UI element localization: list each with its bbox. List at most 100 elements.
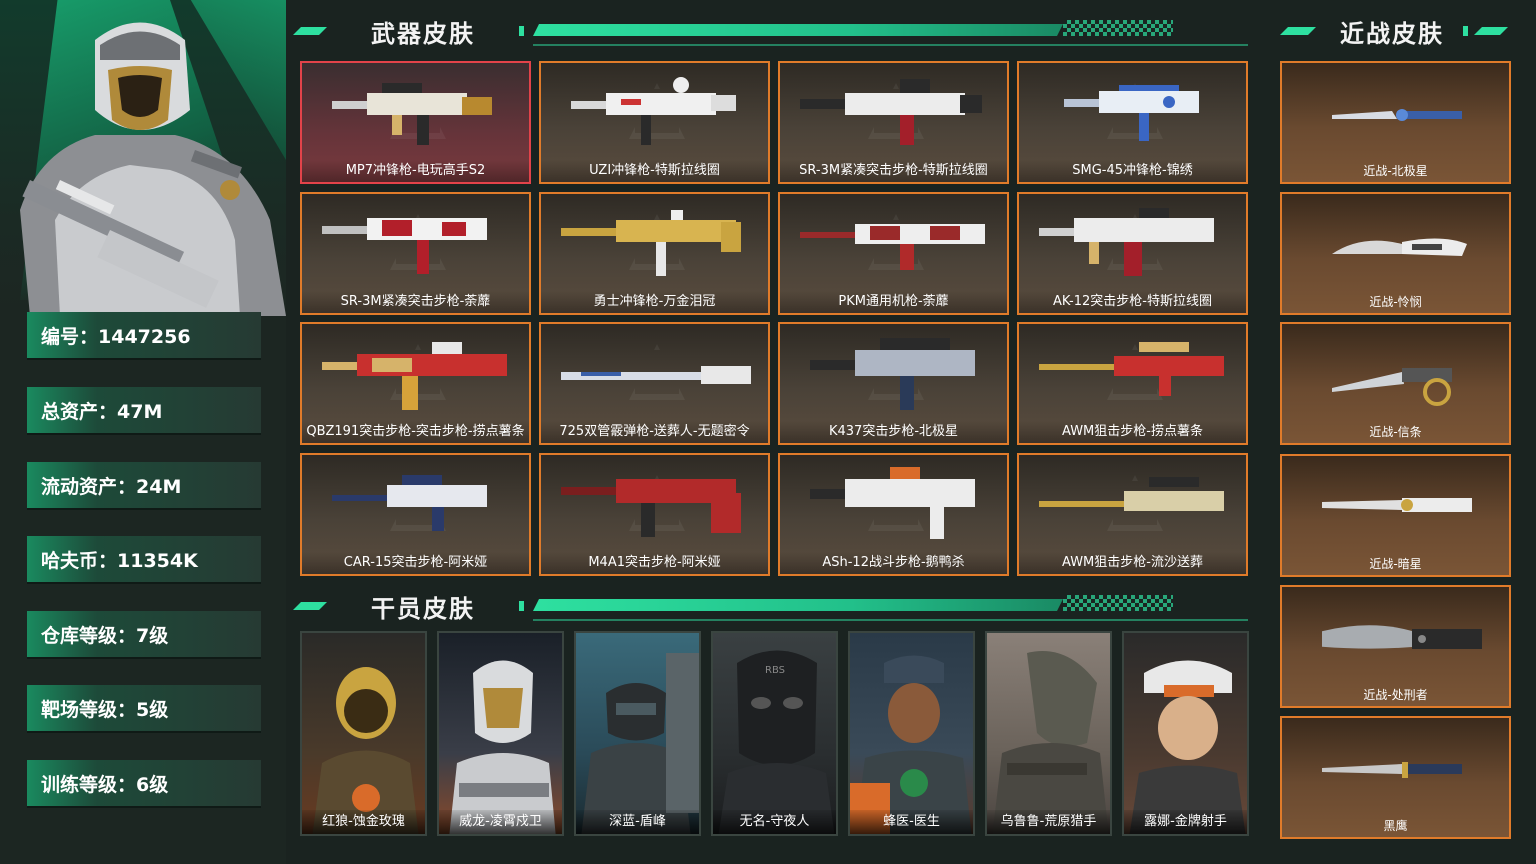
operator-image	[992, 651, 1109, 834]
weapon-label: UZI冲锋枪-特斯拉线圈	[541, 160, 768, 182]
melee-image	[1332, 109, 1462, 121]
melee-image	[1322, 498, 1472, 512]
weapon-image	[561, 479, 741, 537]
operator-image	[581, 653, 699, 834]
stat-warehouse-level: 仓库等级：7级	[27, 611, 261, 659]
weapon-card[interactable]: CAR-15突击步枪-阿米娅	[300, 453, 531, 576]
operator-card[interactable]: 红狼-蚀金玫瑰	[300, 631, 427, 836]
weapon-image	[1039, 208, 1214, 276]
weapon-image	[1064, 85, 1199, 141]
operator-image: RBS	[718, 650, 835, 834]
melee-card[interactable]: 近战-暗星	[1280, 454, 1511, 577]
weapon-card[interactable]: AK-12突击步枪-特斯拉线圈	[1017, 192, 1248, 315]
operator-image	[449, 660, 556, 834]
weapon-card[interactable]: SR-3M紧凑突击步枪-特斯拉线圈	[778, 61, 1009, 184]
weapon-label: SMG-45冲锋枪-锦绣	[1019, 160, 1246, 182]
melee-card[interactable]: 近战-处刑者	[1280, 585, 1511, 708]
operator-card[interactable]: 蜂医-医生	[848, 631, 975, 836]
weapon-label: AK-12突击步枪-特斯拉线圈	[1019, 291, 1246, 313]
melee-card[interactable]: 近战-信条	[1280, 322, 1511, 445]
stat-training-level: 训练等级：6级	[27, 760, 261, 808]
operator-label: 无名-守夜人	[713, 810, 836, 834]
profile-panel: 编号：1447256 总资产：47M 流动资产：24M 哈夫币：11354K 仓…	[0, 0, 286, 864]
weapon-card[interactable]: M4A1突击步枪-阿米娅	[539, 453, 770, 576]
weapon-image	[561, 210, 741, 276]
weapon-image	[561, 366, 751, 384]
stat-havoc-coins: 哈夫币：11354K	[27, 536, 261, 584]
weapon-image	[332, 475, 487, 531]
operator-label: 红狼-蚀金玫瑰	[302, 810, 425, 834]
mask-text: RBS	[765, 665, 785, 676]
weapon-label: AWM狙击步枪-捞点薯条	[1019, 421, 1246, 443]
operator-card[interactable]: RBS 无名-守夜人	[711, 631, 838, 836]
melee-label: 黑鹰	[1383, 819, 1408, 833]
stat-total-assets: 总资产：47M	[27, 387, 261, 435]
weapon-label: K437突击步枪-北极星	[780, 421, 1007, 443]
operator-card[interactable]: 乌鲁鲁-荒原猎手	[985, 631, 1112, 836]
operator-label: 威龙-凌霄戍卫	[439, 810, 562, 834]
weapon-card[interactable]: QBZ191突击步枪-突击步枪-捞点薯条	[300, 322, 531, 445]
weapon-label: CAR-15突击步枪-阿米娅	[302, 552, 529, 574]
stat-player-id: 编号：1447256	[27, 312, 261, 360]
weapon-card[interactable]: ASh-12战斗步枪-鹅鸭杀	[778, 453, 1009, 576]
operator-card[interactable]: 威龙-凌霄戍卫	[437, 631, 564, 836]
weapon-image	[810, 338, 975, 410]
melee-label: 近战-北极星	[1363, 164, 1428, 178]
melee-card[interactable]: 黑鹰	[1280, 716, 1511, 839]
melee-label: 近战-怜悯	[1369, 295, 1422, 309]
operator-image	[1129, 660, 1246, 834]
weapons-section-header: 武器皮肤	[293, 14, 1248, 48]
operators-section-title: 干员皮肤	[371, 595, 475, 623]
operator-label: 蜂医-医生	[850, 810, 973, 834]
operator-card[interactable]: 露娜-金牌射手	[1122, 631, 1249, 836]
weapon-label: M4A1突击步枪-阿米娅	[541, 552, 768, 574]
melee-label: 近战-暗星	[1369, 557, 1422, 571]
weapons-section-title: 武器皮肤	[371, 20, 475, 48]
weapon-card[interactable]: 725双管霰弹枪-送葬人-无题密令	[539, 322, 770, 445]
weapon-label: 725双管霰弹枪-送葬人-无题密令	[541, 421, 768, 443]
weapon-card[interactable]: UZI冲锋枪-特斯拉线圈	[539, 61, 770, 184]
operator-card[interactable]: 深蓝-盾峰	[574, 631, 701, 836]
weapon-image	[1039, 477, 1224, 511]
weapon-card[interactable]: MP7冲锋枪-电玩高手S2	[300, 61, 531, 184]
operator-label: 露娜-金牌射手	[1124, 810, 1247, 834]
melee-image	[1322, 762, 1462, 778]
weapon-card[interactable]: 勇士冲锋枪-万金泪冠	[539, 192, 770, 315]
weapon-card[interactable]: SMG-45冲锋枪-锦绣	[1017, 61, 1248, 184]
operator-image	[850, 655, 972, 834]
weapon-image	[332, 83, 492, 145]
weapon-card[interactable]: AWM狙击步枪-捞点薯条	[1017, 322, 1248, 445]
weapon-image	[571, 77, 736, 145]
melee-section-header: 近战皮肤	[1280, 14, 1520, 48]
melee-card[interactable]: 近战-怜悯	[1280, 192, 1511, 315]
weapon-image	[322, 218, 487, 274]
weapon-image	[800, 224, 985, 270]
weapon-card[interactable]: AWM狙击步枪-流沙送葬	[1017, 453, 1248, 576]
melee-card[interactable]: 近战-北极星	[1280, 61, 1511, 184]
operator-image	[312, 667, 419, 834]
operator-label: 乌鲁鲁-荒原猎手	[987, 810, 1110, 834]
melee-label: 近战-信条	[1369, 425, 1422, 439]
weapon-label: SR-3M紧凑突击步枪-荼蘼	[302, 291, 529, 313]
melee-section-title: 近战皮肤	[1340, 20, 1444, 48]
operator-portrait	[0, 0, 286, 316]
operators-section-header: 干员皮肤	[293, 589, 1248, 623]
weapon-label: 勇士冲锋枪-万金泪冠	[541, 291, 768, 313]
weapon-image	[1039, 342, 1224, 396]
weapon-label: ASh-12战斗步枪-鹅鸭杀	[780, 552, 1007, 574]
melee-label: 近战-处刑者	[1363, 688, 1428, 702]
weapon-card[interactable]: K437突击步枪-北极星	[778, 322, 1009, 445]
stat-liquid-assets: 流动资产：24M	[27, 462, 261, 510]
stat-range-level: 靶场等级：5级	[27, 685, 261, 733]
weapon-card[interactable]: PKM通用机枪-荼蘼	[778, 192, 1009, 315]
weapon-card[interactable]: SR-3M紧凑突击步枪-荼蘼	[300, 192, 531, 315]
weapon-label: SR-3M紧凑突击步枪-特斯拉线圈	[780, 160, 1007, 182]
weapon-label: QBZ191突击步枪-突击步枪-捞点薯条	[302, 421, 529, 443]
melee-image	[1322, 625, 1482, 649]
weapon-label: PKM通用机枪-荼蘼	[780, 291, 1007, 313]
weapon-image	[810, 467, 975, 539]
operator-figure	[20, 22, 286, 316]
weapon-label: AWM狙击步枪-流沙送葬	[1019, 552, 1246, 574]
weapon-image	[322, 342, 507, 410]
weapon-label: MP7冲锋枪-电玩高手S2	[302, 160, 529, 182]
